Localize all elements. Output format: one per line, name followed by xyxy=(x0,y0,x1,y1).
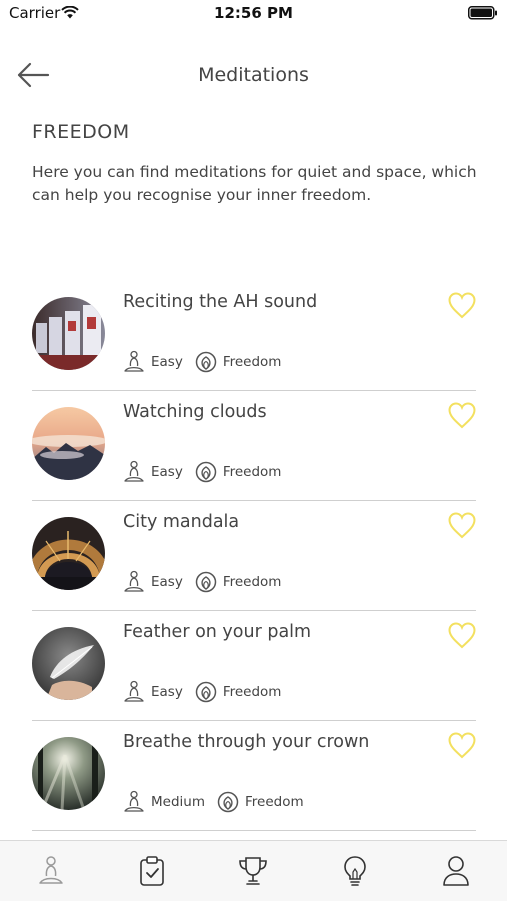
meditator-icon xyxy=(124,350,144,372)
meditation-item[interactable]: Reciting the AH sound Easy Freedom xyxy=(0,281,507,391)
meditator-icon xyxy=(124,460,144,482)
level-label: Easy xyxy=(151,354,183,370)
page-title: Meditations xyxy=(198,64,309,86)
meditator-icon xyxy=(38,856,63,884)
status-bar: Carrier 12:56 PM xyxy=(0,0,507,28)
battery-icon xyxy=(468,6,497,20)
tab-bar xyxy=(0,840,507,901)
meditation-title: Reciting the AH sound xyxy=(123,292,318,312)
meditation-meta: Medium Freedom xyxy=(123,790,304,814)
tab-profile[interactable] xyxy=(406,841,507,901)
status-time: 12:56 PM xyxy=(214,4,293,22)
meditation-thumbnail xyxy=(32,407,105,480)
nav-bar: Meditations xyxy=(0,44,507,104)
lotus-icon xyxy=(217,791,239,813)
meditation-meta: Easy Freedom xyxy=(123,460,281,484)
meditation-list: Reciting the AH sound Easy Freedom Watch… xyxy=(0,281,507,831)
meditation-meta: Easy Freedom xyxy=(123,570,281,594)
meditation-thumbnail xyxy=(32,517,105,590)
level-label: Easy xyxy=(151,464,183,480)
lotus-icon xyxy=(195,571,217,593)
meditation-title: City mandala xyxy=(123,512,240,532)
meditator-icon xyxy=(124,570,144,592)
clipboard-check-icon xyxy=(140,856,164,886)
meditation-item[interactable]: Breathe through your crown Medium Freedo… xyxy=(0,721,507,831)
category-label: Freedom xyxy=(222,684,282,700)
level-label: Easy xyxy=(151,684,183,700)
meditator-icon xyxy=(124,680,144,702)
heart-icon[interactable] xyxy=(447,291,477,319)
heart-icon[interactable] xyxy=(447,731,477,759)
tab-tips[interactable] xyxy=(304,841,405,901)
tab-meditate[interactable] xyxy=(0,841,101,901)
meditation-title: Feather on your palm xyxy=(123,622,312,642)
category-label: Freedom xyxy=(222,574,282,590)
meditation-thumbnail xyxy=(32,737,105,810)
heart-icon[interactable] xyxy=(447,511,477,539)
section-title: FREEDOM xyxy=(32,121,130,143)
lotus-icon xyxy=(195,351,217,373)
meditation-item[interactable]: Watching clouds Easy Freedom xyxy=(0,391,507,501)
heart-icon[interactable] xyxy=(447,401,477,429)
meditator-icon xyxy=(124,790,144,812)
meditation-meta: Easy Freedom xyxy=(123,680,281,704)
meditation-item[interactable]: Feather on your palm Easy Freedom xyxy=(0,611,507,721)
meditation-thumbnail xyxy=(32,297,105,370)
meditation-meta: Easy Freedom xyxy=(123,350,281,374)
lightbulb-icon xyxy=(344,856,366,886)
meditation-title: Breathe through your crown xyxy=(123,732,370,752)
user-icon xyxy=(443,856,470,886)
tab-tasks[interactable] xyxy=(101,841,202,901)
divider xyxy=(32,830,476,831)
lotus-icon xyxy=(195,681,217,703)
meditation-title: Watching clouds xyxy=(123,402,267,422)
level-label: Easy xyxy=(151,574,183,590)
lotus-icon xyxy=(195,461,217,483)
section-description: Here you can find meditations for quiet … xyxy=(32,163,477,204)
meditation-item[interactable]: City mandala Easy Freedom xyxy=(0,501,507,611)
tab-achievements[interactable] xyxy=(203,841,304,901)
category-label: Freedom xyxy=(244,794,304,810)
trophy-icon xyxy=(239,857,268,885)
heart-icon[interactable] xyxy=(447,621,477,649)
meditation-thumbnail xyxy=(32,627,105,700)
category-label: Freedom xyxy=(222,354,282,370)
level-label: Medium xyxy=(151,794,205,810)
category-label: Freedom xyxy=(222,464,282,480)
